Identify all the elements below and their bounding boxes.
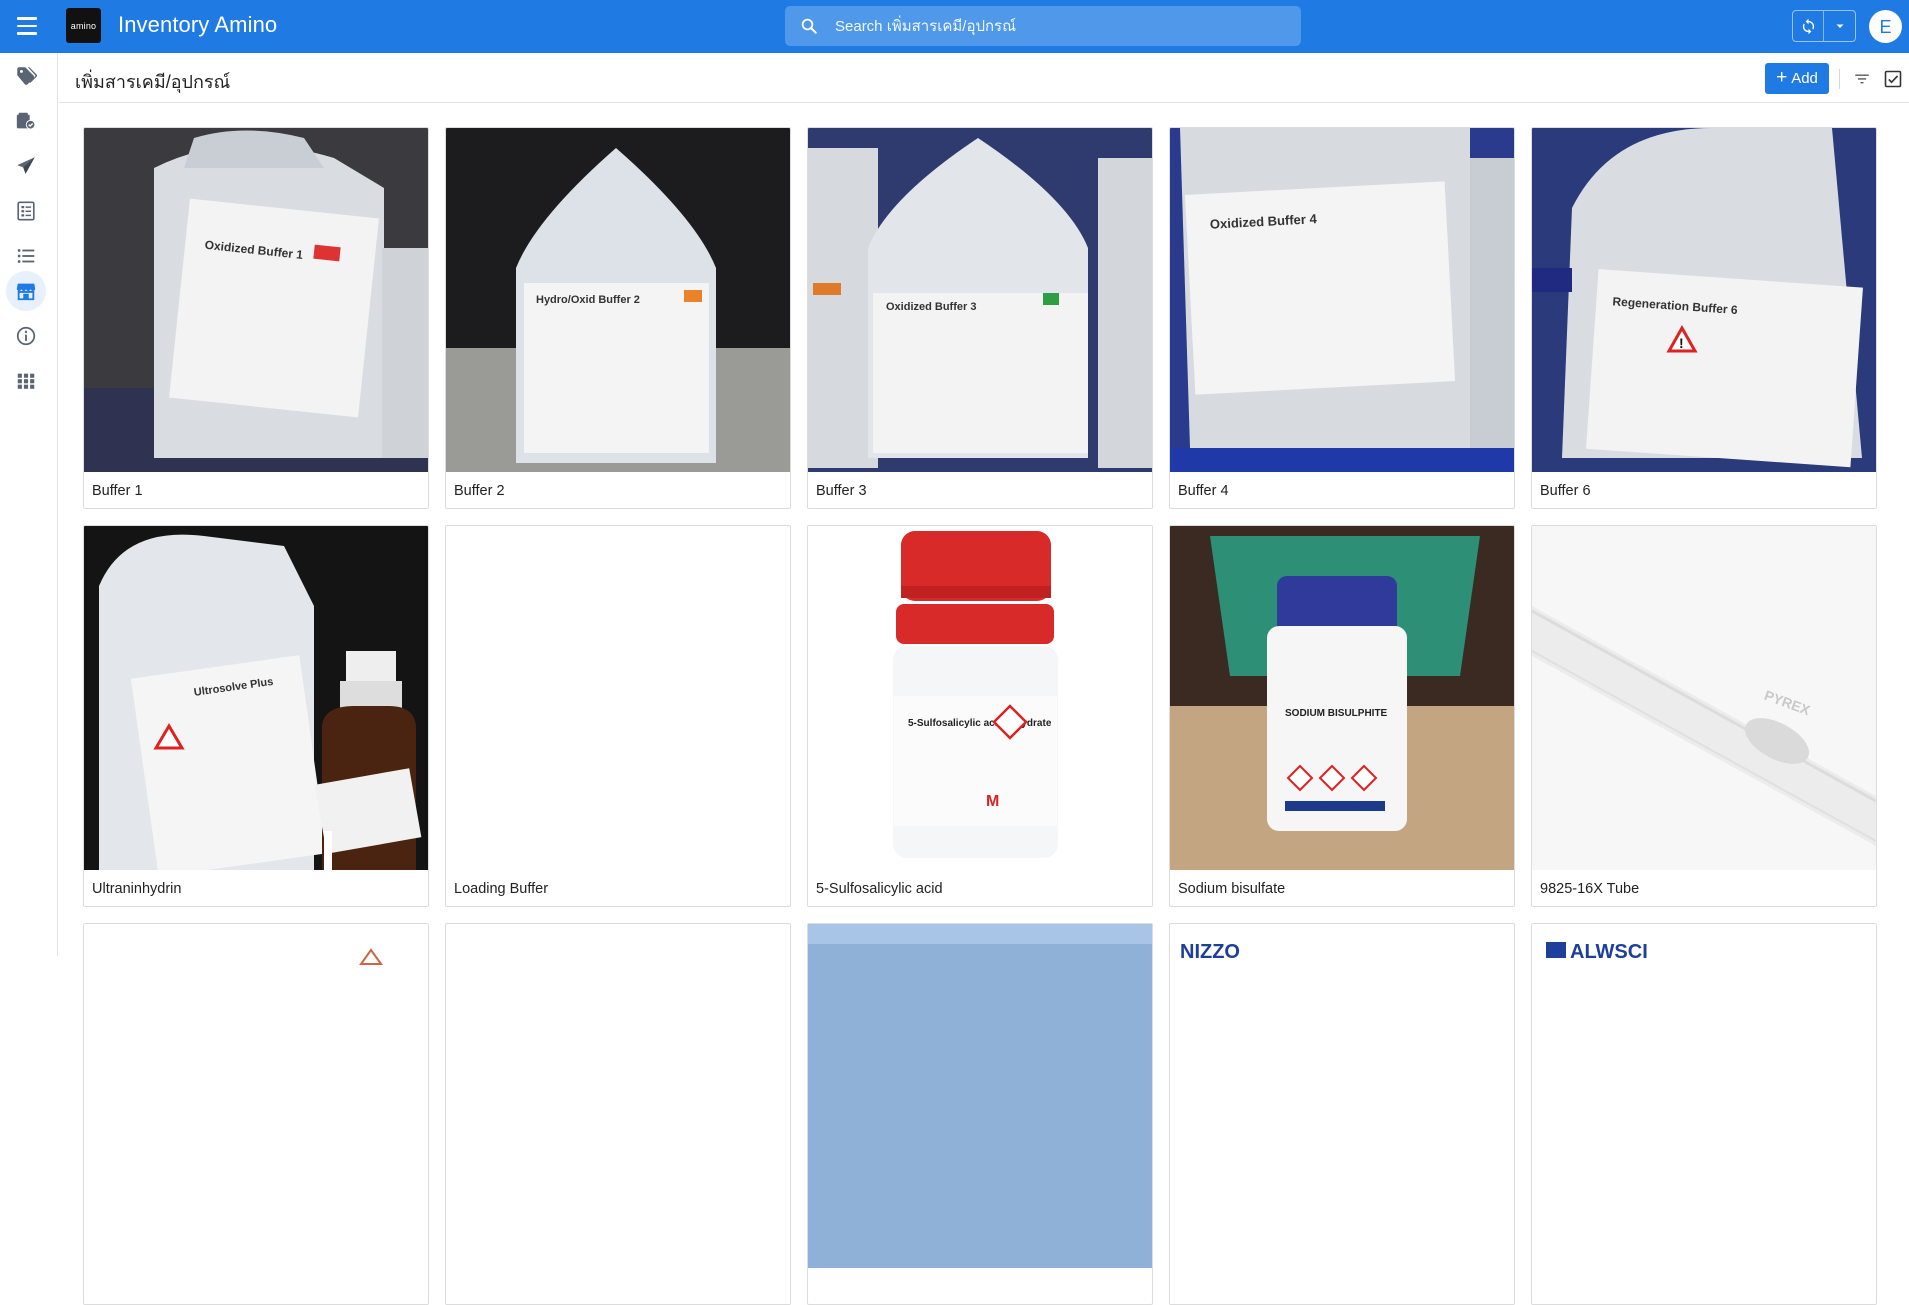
item-name: 5-Sulfosalicylic acid [816, 881, 943, 897]
item-card[interactable]: Oxidized Buffer 3 Buffer 3 [807, 127, 1153, 509]
caret-down-icon [1836, 24, 1843, 28]
item-name: Buffer 3 [816, 483, 867, 499]
item-photo: Oxidized Buffer 3 [808, 128, 1152, 472]
apps-grid-icon [17, 373, 35, 389]
svg-text:5-Sulfosalicylic acid dihydrat: 5-Sulfosalicylic acid dihydrate [908, 718, 1052, 729]
item-name: Ultraninhydrin [92, 881, 182, 897]
item-name: Loading Buffer [454, 881, 549, 897]
item-card[interactable]: 5-Sulfosalicylic acid dihydrate M 5-Sulf… [807, 525, 1153, 907]
svg-text:Oxidized Buffer 3: Oxidized Buffer 3 [886, 301, 976, 313]
sync-icon [1802, 18, 1814, 34]
select-mode-button[interactable] [1881, 67, 1905, 91]
filter-button[interactable] [1850, 67, 1874, 91]
menu-icon[interactable] [13, 13, 41, 39]
toolbar-divider [1839, 69, 1840, 89]
info-icon [16, 326, 36, 346]
search-icon [801, 18, 817, 34]
rail-item-apps[interactable] [6, 361, 46, 401]
rail-item-list[interactable] [6, 236, 46, 276]
item-name: Buffer 1 [92, 483, 143, 499]
add-button-label: Add [1791, 70, 1818, 87]
svg-text:SODIUM BISULPHITE: SODIUM BISULPHITE [1285, 708, 1388, 719]
rail-item-tags[interactable] [6, 56, 46, 96]
tags-icon [17, 67, 37, 85]
rail-item-info[interactable] [6, 316, 46, 356]
document-list-icon [17, 201, 35, 221]
logo-text: amino [70, 20, 97, 31]
item-photo: Hydro/Oxid Buffer 2 [446, 128, 790, 472]
item-card[interactable]: PYREX 9825-16X Tube [1531, 525, 1877, 907]
item-card[interactable]: Ultrosolve Plus Ultraninhydrin [83, 525, 429, 907]
store-icon [16, 283, 36, 301]
item-photo: Ultrosolve Plus [84, 526, 428, 870]
search-box[interactable] [785, 6, 1301, 46]
item-photo: Oxidized Buffer 1 [84, 128, 428, 472]
list-icon [17, 249, 35, 263]
item-name: Sodium bisulfate [1178, 881, 1286, 897]
item-card[interactable]: Hydro/Oxid Buffer 2 Buffer 2 [445, 127, 791, 509]
item-name: 9825-16X Tube [1540, 881, 1640, 897]
plus-icon: + [1776, 67, 1788, 88]
filter-icon [1855, 74, 1869, 84]
app-title: Inventory Amino [118, 12, 278, 37]
item-photo [446, 526, 790, 870]
app-bar: amino Inventory Amino E [0, 0, 1909, 53]
item-card[interactable]: Regeneration Buffer 6 ! Buffer 6 [1531, 127, 1877, 509]
item-card[interactable]: Oxidized Buffer 4 Buffer 4 [1169, 127, 1515, 509]
svg-text:ALWSCI: ALWSCI [1570, 941, 1648, 963]
add-button[interactable]: + Add [1765, 63, 1829, 94]
item-card[interactable]: Loading Buffer [445, 525, 791, 907]
rail-item-store[interactable] [6, 271, 46, 311]
item-photo [808, 924, 1152, 1268]
item-card[interactable]: Oxidized Buffer 1 Buffer 1 [83, 127, 429, 509]
checklist-box-icon [16, 112, 36, 130]
item-card[interactable] [807, 923, 1153, 1305]
rail-item-documents[interactable] [6, 191, 46, 231]
svg-text:M: M [986, 793, 999, 810]
item-photo: SODIUM BISULPHITE [1170, 526, 1514, 870]
avatar-initial: E [1879, 16, 1892, 37]
item-card[interactable]: SODIUM BISULPHITE Sodium bisulfate [1169, 525, 1515, 907]
rail-item-send[interactable] [6, 146, 46, 186]
sync-button[interactable] [1793, 11, 1824, 41]
item-card[interactable] [83, 923, 429, 1305]
svg-text:!: ! [1679, 335, 1684, 351]
item-photo: Oxidized Buffer 4 [1170, 128, 1514, 472]
item-photo [84, 924, 428, 1268]
page-header: เพิ่มสารเคมี/อุปกรณ์ + Add [59, 53, 1909, 103]
item-photo: PYREX [1532, 526, 1876, 870]
search-input[interactable] [835, 6, 1285, 46]
item-name: Buffer 2 [454, 483, 505, 499]
sync-dropdown-button[interactable] [1824, 11, 1855, 41]
item-photo [446, 924, 790, 1268]
item-name: Buffer 6 [1540, 483, 1591, 499]
rail-item-checklist[interactable] [6, 101, 46, 141]
item-photo: Regeneration Buffer 6 ! [1532, 128, 1876, 472]
paper-plane-icon [17, 157, 35, 174]
item-card[interactable]: NIZZO [1169, 923, 1515, 1305]
item-name: Buffer 4 [1178, 483, 1229, 499]
item-card[interactable]: ALWSCI [1531, 923, 1877, 1305]
user-avatar[interactable]: E [1869, 10, 1902, 43]
side-rail [0, 53, 58, 956]
sync-button-group [1792, 10, 1856, 42]
item-photo: NIZZO [1170, 924, 1514, 1268]
item-photo: 5-Sulfosalicylic acid dihydrate M [808, 526, 1152, 870]
svg-text:NIZZO: NIZZO [1180, 941, 1240, 963]
page-title: เพิ่มสารเคมี/อุปกรณ์ [75, 72, 231, 92]
svg-text:Hydro/Oxid Buffer 2: Hydro/Oxid Buffer 2 [536, 294, 640, 306]
item-photo: ALWSCI [1532, 924, 1876, 1268]
app-logo[interactable]: amino [66, 8, 101, 43]
checkbox-icon [1884, 70, 1902, 88]
item-card[interactable] [445, 923, 791, 1305]
